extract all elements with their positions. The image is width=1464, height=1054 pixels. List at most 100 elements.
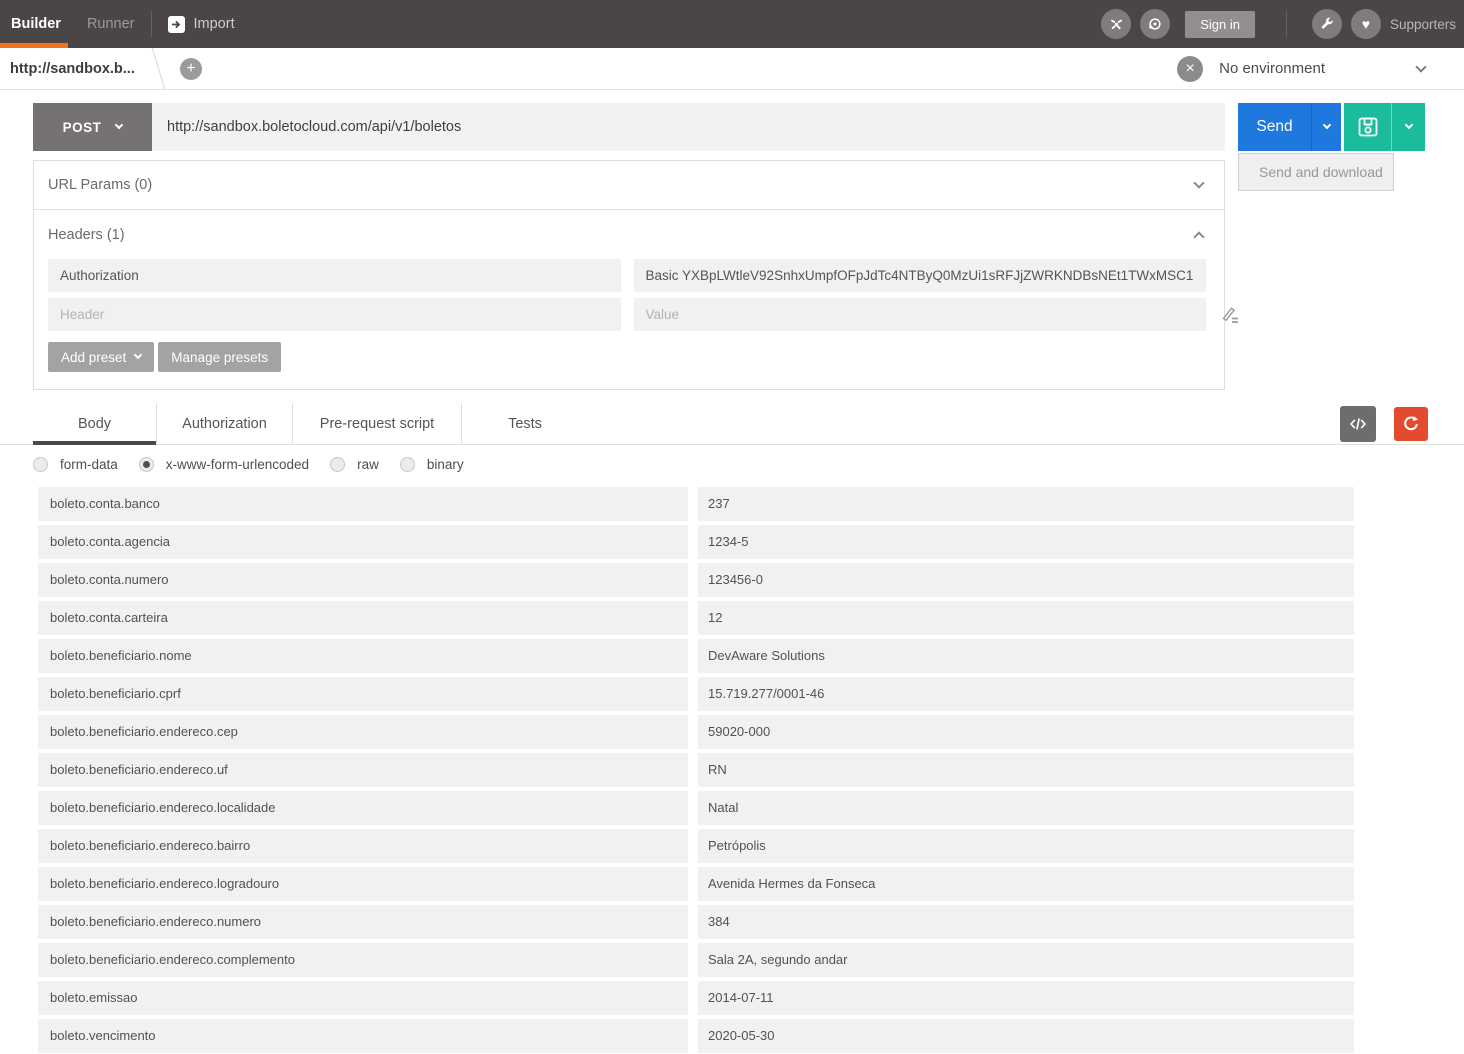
mode-x-www-form-urlencoded[interactable]: x-www-form-urlencoded bbox=[139, 457, 309, 472]
new-tab-button[interactable]: + bbox=[180, 58, 202, 80]
save-options-button[interactable] bbox=[1391, 103, 1425, 151]
kv-value[interactable]: Sala 2A, segundo andar bbox=[698, 943, 1354, 977]
kv-value[interactable]: Petrópolis bbox=[698, 829, 1354, 863]
nav-builder[interactable]: Builder bbox=[11, 16, 61, 32]
bulk-edit-icon[interactable] bbox=[1220, 305, 1240, 330]
nav-runner[interactable]: Runner bbox=[87, 16, 135, 32]
send-options-button[interactable] bbox=[1311, 103, 1341, 151]
kv-key[interactable]: boleto.emissao bbox=[38, 981, 688, 1015]
top-navigation-bar: Builder Runner Import Sign in bbox=[0, 0, 1464, 48]
header-row bbox=[48, 259, 1206, 292]
request-builder-row: POST Send Send and download bbox=[33, 103, 1425, 151]
nav-import-label: Import bbox=[194, 16, 235, 32]
environment-selector[interactable]: × No environment bbox=[1177, 56, 1464, 82]
refresh-button[interactable] bbox=[1394, 407, 1428, 441]
tab-pre-request-script[interactable]: Pre-request script bbox=[293, 403, 461, 444]
kv-key[interactable]: boleto.beneficiario.cprf bbox=[38, 677, 688, 711]
kv-key[interactable]: boleto.beneficiario.endereco.complemento bbox=[38, 943, 688, 977]
table-row: boleto.beneficiario.endereco.complemento… bbox=[38, 943, 1354, 977]
supporters-link[interactable]: Supporters bbox=[1390, 17, 1456, 32]
table-row: boleto.beneficiario.endereco.cep 59020-0… bbox=[38, 715, 1354, 749]
divider bbox=[151, 11, 152, 37]
table-row: boleto.beneficiario.nome DevAware Soluti… bbox=[38, 639, 1354, 673]
table-row: boleto.emissao 2014-07-11 bbox=[38, 981, 1354, 1015]
headers-section-header[interactable]: Headers (1) bbox=[34, 210, 1224, 259]
kv-value[interactable]: 15.719.277/0001-46 bbox=[698, 677, 1354, 711]
proxy-icon[interactable] bbox=[1140, 9, 1170, 39]
method-label: POST bbox=[63, 120, 102, 135]
chevron-up-icon bbox=[1193, 231, 1204, 242]
kv-key[interactable]: boleto.conta.numero bbox=[38, 563, 688, 597]
kv-key[interactable]: boleto.beneficiario.endereco.localidade bbox=[38, 791, 688, 825]
mode-binary[interactable]: binary bbox=[400, 457, 464, 472]
kv-value[interactable]: 59020-000 bbox=[698, 715, 1354, 749]
chevron-down-icon bbox=[1415, 61, 1426, 72]
kv-key[interactable]: boleto.conta.banco bbox=[38, 487, 688, 521]
table-row: boleto.beneficiario.endereco.localidade … bbox=[38, 791, 1354, 825]
kv-key[interactable]: boleto.beneficiario.endereco.numero bbox=[38, 905, 688, 939]
kv-key[interactable]: boleto.beneficiario.nome bbox=[38, 639, 688, 673]
kv-key[interactable]: boleto.beneficiario.endereco.cep bbox=[38, 715, 688, 749]
tab-tests[interactable]: Tests bbox=[462, 403, 588, 444]
kv-value[interactable]: Avenida Hermes da Fonseca bbox=[698, 867, 1354, 901]
nav-import[interactable]: Import bbox=[168, 16, 235, 33]
chevron-down-icon bbox=[134, 351, 142, 359]
header-key-input[interactable] bbox=[48, 259, 621, 292]
headers-title: Headers (1) bbox=[48, 227, 125, 243]
chevron-down-icon bbox=[1193, 177, 1204, 188]
editor-actions bbox=[1340, 403, 1464, 444]
table-row: boleto.beneficiario.endereco.uf RN bbox=[38, 753, 1354, 787]
urlencoded-kv-table: boleto.conta.banco 237 boleto.conta.agen… bbox=[38, 487, 1354, 1053]
mode-raw[interactable]: raw bbox=[330, 457, 379, 472]
url-params-title: URL Params (0) bbox=[48, 177, 152, 193]
heart-icon[interactable]: ♥ bbox=[1351, 9, 1381, 39]
kv-value[interactable]: 2020-05-30 bbox=[698, 1019, 1354, 1053]
radio-checked-icon bbox=[139, 457, 154, 472]
kv-key[interactable]: boleto.conta.carteira bbox=[38, 601, 688, 635]
method-select[interactable]: POST bbox=[33, 103, 152, 151]
header-value-input[interactable] bbox=[634, 298, 1207, 331]
add-preset-button[interactable]: Add preset bbox=[48, 342, 154, 372]
tab-body[interactable]: Body bbox=[33, 403, 156, 444]
url-params-section-header[interactable]: URL Params (0) bbox=[34, 161, 1224, 210]
kv-value[interactable]: 237 bbox=[698, 487, 1354, 521]
kv-key[interactable]: boleto.beneficiario.endereco.uf bbox=[38, 753, 688, 787]
kv-value[interactable]: 1234-5 bbox=[698, 525, 1354, 559]
no-environment-icon: × bbox=[1177, 56, 1203, 82]
floppy-disk-icon bbox=[1356, 115, 1380, 139]
send-and-download-item[interactable]: Send and download bbox=[1239, 154, 1393, 190]
mode-form-data[interactable]: form-data bbox=[33, 457, 118, 472]
kv-key[interactable]: boleto.beneficiario.endereco.logradouro bbox=[38, 867, 688, 901]
send-button[interactable]: Send bbox=[1238, 103, 1311, 151]
sign-in-button[interactable]: Sign in bbox=[1185, 11, 1255, 38]
table-row: boleto.conta.numero 123456-0 bbox=[38, 563, 1354, 597]
table-row: boleto.conta.carteira 12 bbox=[38, 601, 1354, 635]
table-row: boleto.beneficiario.endereco.numero 384 bbox=[38, 905, 1354, 939]
kv-key[interactable]: boleto.beneficiario.endereco.bairro bbox=[38, 829, 688, 863]
kv-value[interactable]: DevAware Solutions bbox=[698, 639, 1354, 673]
interceptor-icon[interactable] bbox=[1101, 9, 1131, 39]
kv-value[interactable]: 123456-0 bbox=[698, 563, 1354, 597]
generate-code-button[interactable] bbox=[1340, 406, 1376, 442]
table-row: boleto.vencimento 2020-05-30 bbox=[38, 1019, 1354, 1053]
wrench-icon[interactable] bbox=[1312, 9, 1342, 39]
save-button[interactable] bbox=[1344, 103, 1391, 151]
kv-value[interactable]: 12 bbox=[698, 601, 1354, 635]
manage-presets-button[interactable]: Manage presets bbox=[158, 342, 281, 372]
kv-value[interactable]: 384 bbox=[698, 905, 1354, 939]
save-split-button bbox=[1344, 103, 1425, 151]
request-tab[interactable]: http://sandbox.b... bbox=[0, 48, 152, 89]
tab-authorization[interactable]: Authorization bbox=[157, 403, 292, 444]
kv-key[interactable]: boleto.vencimento bbox=[38, 1019, 688, 1053]
radio-icon bbox=[330, 457, 345, 472]
header-value-input[interactable] bbox=[634, 259, 1207, 292]
kv-key[interactable]: boleto.conta.agencia bbox=[38, 525, 688, 559]
kv-value[interactable]: RN bbox=[698, 753, 1354, 787]
chevron-down-icon bbox=[115, 121, 123, 129]
kv-value[interactable]: 2014-07-11 bbox=[698, 981, 1354, 1015]
header-key-input[interactable] bbox=[48, 298, 621, 331]
table-row: boleto.conta.banco 237 bbox=[38, 487, 1354, 521]
kv-value[interactable]: Natal bbox=[698, 791, 1354, 825]
url-input[interactable] bbox=[152, 103, 1225, 151]
refresh-icon bbox=[1401, 414, 1421, 434]
